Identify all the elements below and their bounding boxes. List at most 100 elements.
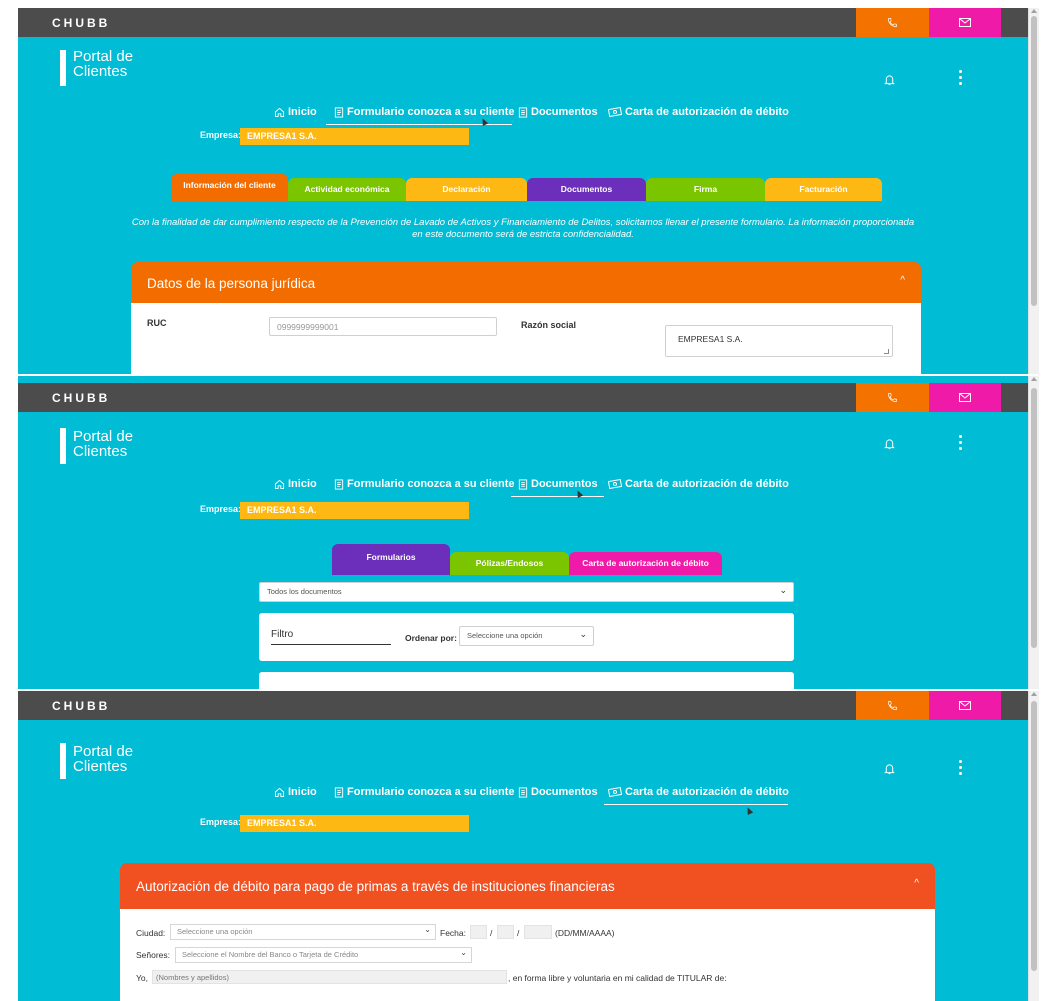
nav-carta[interactable]: Carta de autorización de débito — [608, 106, 789, 118]
fecha-day-input[interactable] — [470, 925, 487, 939]
nombres-placeholder: (Nombres y apellidos) — [156, 973, 229, 982]
portal-title-line1: Portal de — [73, 428, 134, 445]
panel-title: Datos de la persona jurídica — [147, 276, 316, 291]
panel-header-persona-juridica[interactable]: Datos de la persona jurídica ^ — [131, 262, 921, 305]
home-icon — [274, 787, 285, 797]
nav-documentos[interactable]: Documentos — [518, 786, 598, 798]
document-icon — [518, 478, 528, 490]
senores-select[interactable]: Seleccione el Nombre del Banco o Tarjeta… — [175, 947, 472, 963]
kebab-menu-icon[interactable] — [959, 760, 963, 778]
collapse-caret-icon[interactable]: ^ — [900, 275, 905, 286]
phone-button[interactable] — [856, 8, 929, 37]
bell-icon[interactable] — [884, 74, 895, 86]
fecha-year-input[interactable] — [524, 925, 552, 939]
ordenar-select[interactable]: Seleccione una opción ⌄ — [459, 626, 594, 646]
home-icon — [274, 107, 285, 117]
panel-header-autorizacion[interactable]: Autorización de débito para pago de prim… — [120, 863, 935, 909]
kebab-menu-icon[interactable] — [959, 70, 963, 88]
form-icon — [334, 478, 344, 490]
main-nav: Inicio Formulario conozca a su cliente D… — [18, 478, 1028, 498]
empresa-value: EMPRESA1 S.A. — [240, 502, 469, 519]
bell-icon[interactable] — [884, 763, 895, 775]
scroll-thumb[interactable] — [1031, 16, 1037, 306]
mouse-cursor — [744, 806, 754, 815]
nav-documentos-label: Documentos — [531, 106, 598, 118]
tab-actividad-economica[interactable]: Actividad económica — [288, 178, 406, 201]
scroll-up-arrow[interactable] — [1031, 9, 1037, 13]
ruc-label: RUC — [147, 318, 167, 328]
nav-inicio[interactable]: Inicio — [274, 106, 317, 118]
phone-button[interactable] — [856, 691, 929, 720]
tab-declaracion[interactable]: Declaración — [406, 178, 527, 201]
fecha-label: Fecha: — [440, 928, 466, 938]
chevron-down-icon: ⌄ — [579, 629, 587, 639]
chevron-down-icon: ⌄ — [779, 585, 787, 595]
fecha-separator: / — [517, 928, 520, 938]
nav-documentos-label: Documentos — [531, 478, 598, 490]
scrollbar[interactable] — [1028, 8, 1039, 374]
chubb-logo: CHUBB — [52, 16, 111, 30]
ciudad-select[interactable]: Seleccione una opción ⌄ — [170, 924, 436, 940]
chevron-down-icon: ⌄ — [424, 925, 431, 934]
nav-inicio[interactable]: Inicio — [274, 478, 317, 490]
scroll-thumb[interactable] — [1031, 701, 1037, 971]
nav-formulario[interactable]: Formulario conozca a su cliente — [334, 786, 515, 798]
mail-button[interactable] — [929, 691, 1001, 720]
ruc-field[interactable]: 0999999999001 — [269, 317, 497, 336]
tab-facturacion[interactable]: Facturación — [765, 178, 882, 201]
nav-carta-label: Carta de autorización de débito — [625, 106, 789, 118]
nav-documentos[interactable]: Documentos — [518, 478, 598, 490]
scroll-up-arrow[interactable] — [1031, 692, 1037, 696]
filtro-input[interactable]: Filtro — [271, 629, 391, 645]
nav-active-underline — [511, 496, 604, 497]
razon-social-label: Razón social — [521, 320, 577, 330]
tab-informacion-cliente[interactable]: Información del cliente — [171, 174, 288, 201]
tab-polizas-endosos[interactable]: Pólizas/Endosos — [450, 552, 569, 575]
nav-documentos-label: Documentos — [531, 786, 598, 798]
main-nav: Inicio Formulario conozca a su cliente D… — [18, 106, 1028, 126]
chevron-down-icon: ⌄ — [460, 948, 467, 957]
nav-inicio[interactable]: Inicio — [274, 786, 317, 798]
senores-label: Señores: — [136, 950, 171, 960]
nav-carta[interactable]: Carta de autorización de débito — [608, 478, 789, 490]
panel-body: Ciudad: Seleccione una opción ⌄ Fecha: /… — [120, 909, 935, 1001]
documentos-filter-select[interactable]: Todos los documentos ⌄ — [259, 582, 794, 602]
portal-title-line2: Clientes — [73, 443, 128, 460]
scroll-up-arrow[interactable] — [1031, 377, 1037, 381]
portal-title-line2: Clientes — [73, 63, 128, 80]
portal-title-line1: Portal de — [73, 743, 134, 760]
bell-icon[interactable] — [884, 438, 895, 450]
tab-formularios[interactable]: Formularios — [332, 544, 450, 575]
nav-formulario-label: Formulario conozca a su cliente — [347, 786, 515, 798]
fecha-month-input[interactable] — [497, 925, 514, 939]
nav-carta[interactable]: Carta de autorización de débito — [608, 786, 789, 798]
top-bar: CHUBB — [18, 383, 1028, 412]
money-icon — [608, 107, 622, 117]
tab-documentos[interactable]: Documentos — [527, 178, 646, 201]
phone-button[interactable] — [856, 383, 929, 412]
nav-formulario[interactable]: Formulario conozca a su cliente — [334, 478, 515, 490]
mail-button[interactable] — [929, 383, 1001, 412]
tab-firma[interactable]: Firma — [646, 178, 765, 201]
nombres-input[interactable]: (Nombres y apellidos) — [152, 970, 507, 984]
money-icon — [608, 787, 622, 797]
nav-inicio-label: Inicio — [288, 478, 317, 490]
nav-documentos[interactable]: Documentos — [518, 106, 598, 118]
scroll-thumb[interactable] — [1031, 388, 1037, 648]
portal-accent-bar — [60, 50, 66, 86]
portal-title-line1: Portal de — [73, 48, 134, 65]
scrollbar[interactable] — [1028, 376, 1039, 689]
resize-handle[interactable] — [884, 349, 889, 354]
kebab-menu-icon[interactable] — [959, 435, 963, 453]
empresa-label: Empresa: — [200, 130, 242, 140]
collapse-caret-icon[interactable]: ^ — [914, 878, 919, 889]
empresa-value: EMPRESA1 S.A. — [240, 128, 469, 145]
razon-social-field[interactable]: EMPRESA1 S.A. — [665, 325, 893, 357]
scrollbar[interactable] — [1028, 691, 1039, 1001]
mail-button[interactable] — [929, 8, 1001, 37]
portal-title-line2: Clientes — [73, 758, 128, 775]
tab-carta-autorizacion[interactable]: Carta de autorización de débito — [569, 552, 722, 575]
nav-formulario[interactable]: Formulario conozca a su cliente — [334, 106, 515, 118]
nav-inicio-label: Inicio — [288, 106, 317, 118]
nav-formulario-label: Formulario conozca a su cliente — [347, 478, 515, 490]
